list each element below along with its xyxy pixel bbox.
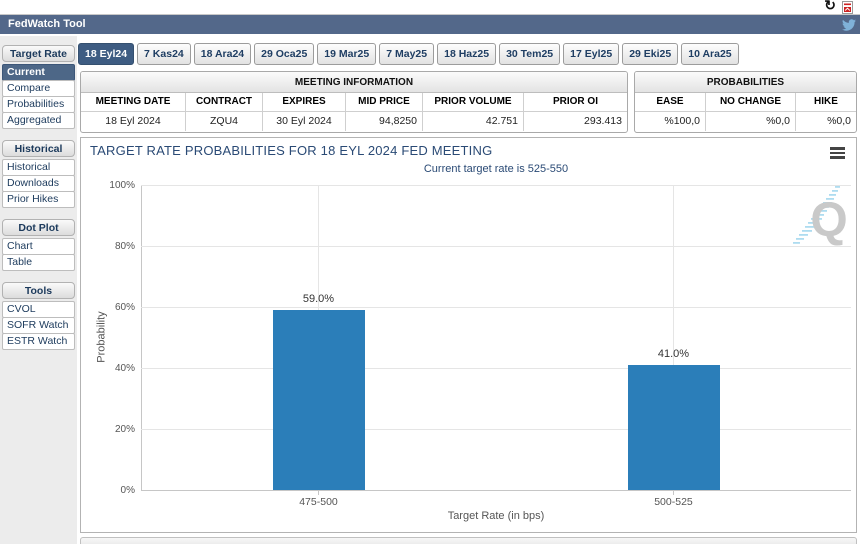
- refresh-icon[interactable]: ↻: [824, 0, 836, 14]
- sidebar-section-tools: Tools CVOL SOFR Watch ESTR Watch: [2, 282, 75, 350]
- probabilities-title: PROBABILITIES: [635, 72, 856, 93]
- sidebar-item-cvol[interactable]: CVOL: [2, 301, 75, 318]
- sidebar-item-downloads[interactable]: Downloads: [2, 175, 75, 192]
- tab-19-mar25[interactable]: 19 Mar25: [317, 43, 376, 65]
- sidebar-item-table[interactable]: Table: [2, 254, 75, 271]
- x-category-label-500-525: 500-525: [614, 496, 734, 508]
- col-mid-price: MID PRICE: [346, 93, 423, 112]
- chart-title: TARGET RATE PROBABILITIES FOR 18 EYL 202…: [90, 143, 492, 158]
- bar-500-525: [628, 365, 720, 490]
- sidebar-item-estr-watch[interactable]: ESTR Watch: [2, 333, 75, 350]
- tab-10-ara25[interactable]: 10 Ara25: [681, 43, 738, 65]
- col-hike: HIKE: [796, 93, 856, 112]
- col-prior-oi: PRIOR OI: [524, 93, 627, 112]
- tab-7-may25[interactable]: 7 May25: [379, 43, 434, 65]
- probabilities-value-row: %100,0 %0,0 %0,0: [635, 112, 856, 131]
- y-axis-title: Probability: [96, 185, 108, 490]
- sidebar-item-current[interactable]: Current: [2, 64, 75, 81]
- value-hike: %0,0: [796, 112, 856, 131]
- x-category-label-475-500: 475-500: [259, 496, 379, 508]
- tab-17-eyl25[interactable]: 17 Eyl25: [563, 43, 619, 65]
- gridline-60: [141, 307, 851, 308]
- meeting-date-tabs: 18 Eyl24 7 Kas24 18 Ara24 29 Oca25 19 Ma…: [78, 43, 739, 65]
- gridline-80: [141, 246, 851, 247]
- x-tick-500-525: [673, 491, 674, 495]
- sidebar-section-historical: Historical Historical Downloads Prior Hi…: [2, 140, 75, 208]
- sidebar: Target Rate Current Compare Probabilitie…: [2, 45, 75, 361]
- bar-value-label-500-525: 41.0%: [634, 348, 714, 360]
- sidebar-item-chart[interactable]: Chart: [2, 238, 75, 255]
- sidebar-header-tools: Tools: [2, 282, 75, 299]
- meeting-information-header-row: MEETING DATE CONTRACT EXPIRES MID PRICE …: [81, 93, 627, 112]
- value-meeting-date: 18 Eyl 2024: [81, 112, 186, 131]
- col-meeting-date: MEETING DATE: [81, 93, 186, 112]
- value-expires: 30 Eyl 2024: [263, 112, 346, 131]
- x-tick-475-500: [318, 491, 319, 495]
- sidebar-header-historical: Historical: [2, 140, 75, 157]
- target-rate-chart-panel: TARGET RATE PROBABILITIES FOR 18 EYL 202…: [80, 137, 857, 533]
- chart-subtitle: Current target rate is 525-550: [141, 163, 851, 175]
- gridline-20: [141, 429, 851, 430]
- sidebar-item-historical[interactable]: Historical: [2, 159, 75, 176]
- sidebar-item-compare[interactable]: Compare: [2, 80, 75, 97]
- browser-strip: ↻: [0, 0, 860, 14]
- sidebar-header-dot-plot: Dot Plot: [2, 219, 75, 236]
- fedwatch-app: ↻ FedWatch Tool Target Rate Current Comp…: [0, 0, 860, 544]
- tab-18-eyl24[interactable]: 18 Eyl24: [78, 43, 134, 65]
- meeting-information-value-row: 18 Eyl 2024 ZQU4 30 Eyl 2024 94,8250 42.…: [81, 112, 627, 131]
- bar-chart-plot-area: 0%20%40%60%80%100%59.0%475-50041.0%500-5…: [141, 185, 851, 490]
- export-pdf-icon[interactable]: [842, 1, 853, 14]
- sidebar-item-prior-hikes[interactable]: Prior Hikes: [2, 191, 75, 208]
- value-no-change: %0,0: [706, 112, 796, 131]
- twitter-icon[interactable]: [842, 18, 856, 36]
- y-axis-line: [141, 185, 142, 490]
- sidebar-item-aggregated[interactable]: Aggregated: [2, 112, 75, 129]
- sidebar-item-probabilities[interactable]: Probabilities: [2, 96, 75, 113]
- gridline-40: [141, 368, 851, 369]
- collapsed-panel-header: [80, 537, 857, 544]
- value-contract: ZQU4: [186, 112, 263, 131]
- bar-value-label-475-500: 59.0%: [279, 293, 359, 305]
- tab-18-haz25[interactable]: 18 Haz25: [437, 43, 496, 65]
- sidebar-item-sofr-watch[interactable]: SOFR Watch: [2, 317, 75, 334]
- value-ease: %100,0: [635, 112, 706, 131]
- sidebar-header-target-rate: Target Rate: [2, 45, 75, 62]
- probabilities-header-row: EASE NO CHANGE HIKE: [635, 93, 856, 112]
- tab-29-eki25[interactable]: 29 Eki25: [622, 43, 678, 65]
- app-title: FedWatch Tool: [8, 18, 86, 30]
- col-ease: EASE: [635, 93, 706, 112]
- bar-475-500: [273, 310, 365, 490]
- col-contract: CONTRACT: [186, 93, 263, 112]
- tab-7-kas24[interactable]: 7 Kas24: [137, 43, 191, 65]
- gridline-100: [141, 185, 851, 186]
- probabilities-panel: PROBABILITIES EASE NO CHANGE HIKE %100,0…: [634, 71, 857, 133]
- x-axis-line: [141, 490, 851, 491]
- col-prior-volume: PRIOR VOLUME: [423, 93, 524, 112]
- value-mid-price: 94,8250: [346, 112, 423, 131]
- app-title-bar: FedWatch Tool: [0, 14, 860, 34]
- col-expires: EXPIRES: [263, 93, 346, 112]
- value-prior-oi: 293.413: [524, 112, 627, 131]
- sidebar-section-target-rate: Target Rate Current Compare Probabilitie…: [2, 45, 75, 129]
- sidebar-section-dot-plot: Dot Plot Chart Table: [2, 219, 75, 271]
- meeting-information-panel: MEETING INFORMATION MEETING DATE CONTRAC…: [80, 71, 628, 133]
- tab-18-ara24[interactable]: 18 Ara24: [194, 43, 251, 65]
- col-no-change: NO CHANGE: [706, 93, 796, 112]
- value-prior-volume: 42.751: [423, 112, 524, 131]
- tab-29-oca25[interactable]: 29 Oca25: [254, 43, 314, 65]
- tab-30-tem25[interactable]: 30 Tem25: [499, 43, 560, 65]
- chart-menu-icon[interactable]: [830, 147, 845, 161]
- x-axis-title: Target Rate (in bps): [141, 510, 851, 522]
- meeting-information-title: MEETING INFORMATION: [81, 72, 627, 93]
